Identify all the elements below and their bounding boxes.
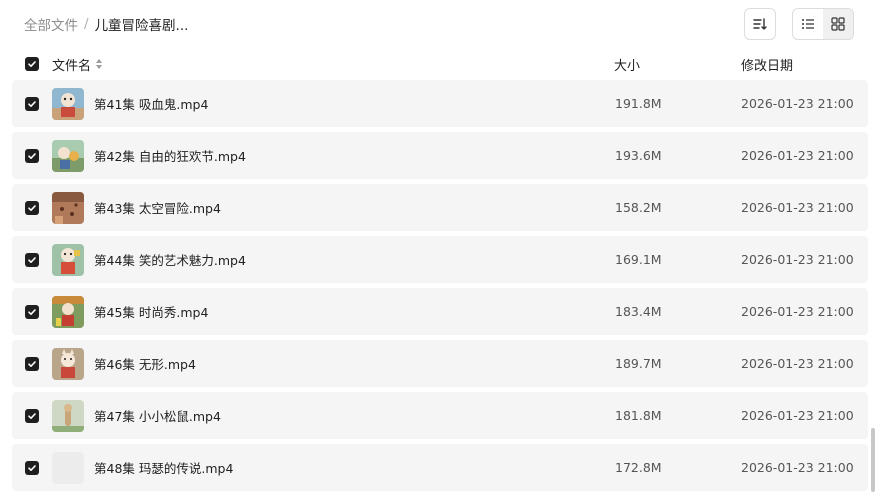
sort-toggle-icon	[96, 59, 103, 69]
grid-view-icon	[831, 17, 845, 31]
grid-view-button[interactable]	[823, 9, 853, 39]
row-checkbox[interactable]	[25, 252, 39, 267]
file-row[interactable]: 第43集 太空冒险.mp4 158.2M 2026-01-23 21:00	[12, 184, 868, 231]
check-icon	[28, 308, 36, 315]
file-name[interactable]: 第41集 吸血鬼.mp4	[94, 94, 208, 113]
file-row[interactable]: 第41集 吸血鬼.mp4 191.8M 2026-01-23 21:00	[12, 80, 868, 127]
row-checkbox[interactable]	[25, 96, 39, 111]
check-icon	[28, 204, 36, 211]
breadcrumb: 全部文件 / 儿童冒险喜剧...	[24, 14, 188, 34]
file-size: 169.1M	[615, 252, 662, 267]
video-thumbnail	[52, 191, 84, 224]
file-row[interactable]: 第42集 自由的狂欢节.mp4 193.6M 2026-01-23 21:00	[12, 132, 868, 179]
sort-icon	[753, 18, 767, 30]
column-header-name[interactable]: 文件名	[52, 55, 103, 74]
video-thumbnail	[52, 87, 84, 120]
file-modified-date: 2026-01-23 21:00	[741, 460, 854, 475]
check-icon	[28, 360, 36, 367]
breadcrumb-separator: /	[84, 16, 89, 32]
file-modified-date: 2026-01-23 21:00	[741, 96, 854, 111]
check-icon	[28, 464, 36, 471]
file-name[interactable]: 第46集 无形.mp4	[94, 354, 196, 373]
view-toggle	[792, 8, 854, 40]
file-name[interactable]: 第45集 时尚秀.mp4	[94, 302, 208, 321]
file-modified-date: 2026-01-23 21:00	[741, 252, 854, 267]
select-all-checkbox[interactable]	[25, 57, 39, 71]
column-name-label: 文件名	[52, 58, 92, 74]
file-name[interactable]: 第43集 太空冒险.mp4	[94, 198, 221, 217]
file-size: 193.6M	[615, 148, 662, 163]
file-row[interactable]: 第45集 时尚秀.mp4 183.4M 2026-01-23 21:00	[12, 288, 868, 335]
video-thumbnail-placeholder	[52, 451, 84, 484]
file-size: 158.2M	[615, 200, 662, 215]
list-view-button[interactable]	[793, 9, 823, 39]
sort-button[interactable]	[744, 8, 776, 40]
row-checkbox[interactable]	[25, 200, 39, 215]
file-size: 183.4M	[615, 304, 662, 319]
file-row[interactable]: 第48集 玛瑟的传说.mp4 172.8M 2026-01-23 21:00	[12, 444, 868, 491]
row-checkbox[interactable]	[25, 408, 39, 423]
file-row[interactable]: 第44集 笑的艺术魅力.mp4 169.1M 2026-01-23 21:00	[12, 236, 868, 283]
file-name[interactable]: 第47集 小小松鼠.mp4	[94, 406, 221, 425]
file-row[interactable]: 第47集 小小松鼠.mp4 181.8M 2026-01-23 21:00	[12, 392, 868, 439]
video-thumbnail	[52, 295, 84, 328]
check-icon	[28, 412, 36, 419]
file-row[interactable]: 第46集 无形.mp4 189.7M 2026-01-23 21:00	[12, 340, 868, 387]
check-icon	[28, 256, 36, 263]
file-size: 191.8M	[615, 96, 662, 111]
video-thumbnail	[52, 139, 84, 172]
video-thumbnail	[52, 347, 84, 380]
file-size: 172.8M	[615, 460, 662, 475]
scrollbar-thumb[interactable]	[871, 428, 875, 492]
breadcrumb-root-link[interactable]: 全部文件	[24, 14, 78, 34]
file-modified-date: 2026-01-23 21:00	[741, 200, 854, 215]
row-checkbox[interactable]	[25, 460, 39, 475]
file-size: 181.8M	[615, 408, 662, 423]
video-thumbnail	[52, 399, 84, 432]
file-modified-date: 2026-01-23 21:00	[741, 148, 854, 163]
row-checkbox[interactable]	[25, 148, 39, 163]
check-icon	[28, 100, 36, 107]
file-modified-date: 2026-01-23 21:00	[741, 356, 854, 371]
video-thumbnail	[52, 243, 84, 276]
breadcrumb-current: 儿童冒险喜剧...	[94, 18, 189, 34]
column-header-size[interactable]: 大小	[614, 55, 640, 74]
table-header: 文件名 大小 修改日期	[12, 52, 868, 76]
column-header-modified[interactable]: 修改日期	[741, 55, 793, 74]
check-icon	[28, 152, 36, 159]
list-view-icon	[802, 19, 814, 29]
file-list: 第41集 吸血鬼.mp4 191.8M 2026-01-23 21:00 第42…	[12, 80, 868, 495]
file-size: 189.7M	[615, 356, 662, 371]
file-name[interactable]: 第44集 笑的艺术魅力.mp4	[94, 250, 246, 269]
file-name[interactable]: 第48集 玛瑟的传说.mp4	[94, 458, 233, 477]
file-modified-date: 2026-01-23 21:00	[741, 304, 854, 319]
row-checkbox[interactable]	[25, 356, 39, 371]
check-icon	[28, 61, 36, 67]
file-modified-date: 2026-01-23 21:00	[741, 408, 854, 423]
row-checkbox[interactable]	[25, 304, 39, 319]
file-name[interactable]: 第42集 自由的狂欢节.mp4	[94, 146, 246, 165]
